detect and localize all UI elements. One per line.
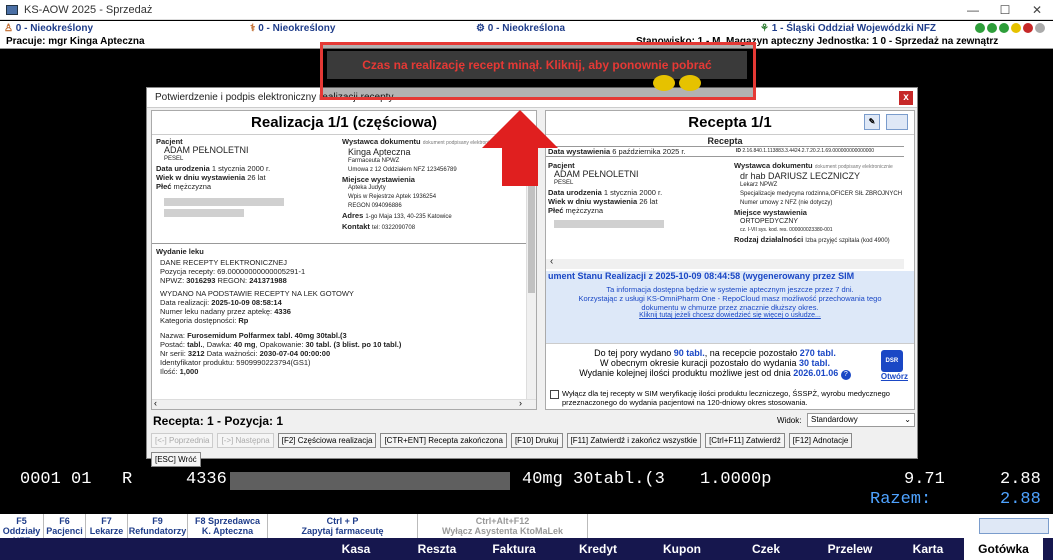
app-icon bbox=[6, 4, 18, 15]
signature-icon[interactable]: ✎ bbox=[864, 114, 880, 130]
context-info-bar: ♙ 0 - Nieokreślony ⚕ 0 - Nieokreślony ⚙ … bbox=[0, 21, 1053, 35]
prescription-hscrollbar[interactable]: ‹ bbox=[546, 257, 904, 269]
pay-check[interactable]: Czek bbox=[724, 538, 808, 560]
prescription-finished-button[interactable]: [CTR+ENT] Recepta zakończona bbox=[380, 433, 507, 448]
fkey-doctors[interactable]: F7 Lekarze bbox=[86, 514, 128, 538]
pay-credit[interactable]: Kredyt bbox=[556, 538, 640, 560]
timeout-alert[interactable]: Czas na realizację recept minął. Kliknij… bbox=[320, 42, 756, 100]
repocloud-link[interactable]: Kliknij tutaj jeżeli chcesz dowiedzieć s… bbox=[546, 312, 914, 319]
dispensing-section: Wydanie leku DANE RECEPTY ELEKTRONICZNEJ… bbox=[156, 247, 402, 376]
partial-realization-button[interactable]: [F2] Częściowa realizacja bbox=[277, 433, 377, 448]
sales-line: 0001 01 R 4336 40mg 30tabl.(3 1.0000p 9.… bbox=[20, 470, 1041, 509]
pay-coupon[interactable]: Kupon bbox=[640, 538, 724, 560]
fkey-ask-pharmacist[interactable]: Ctrl + P Zapytaj farmaceutę bbox=[268, 514, 418, 538]
fkey-seller[interactable]: F8 Sprzedawca K. Apteczna bbox=[188, 514, 268, 538]
approve-all-button[interactable]: [F11] Zatwierdź i zakończ wszystkie bbox=[566, 433, 702, 448]
doctor-indicator[interactable]: ⚕ 0 - Nieokreślony bbox=[250, 23, 335, 34]
redacted-product bbox=[230, 472, 510, 490]
prescription-heading: Recepta 1/1 ✎ bbox=[546, 111, 914, 135]
panel-toggle-button[interactable] bbox=[886, 114, 908, 130]
back-button[interactable]: [ESC] Wróć bbox=[151, 452, 201, 467]
alert-light-icon bbox=[679, 75, 701, 91]
sim-verification-checkbox[interactable] bbox=[550, 390, 559, 399]
pay-change[interactable]: Reszta bbox=[402, 538, 472, 560]
pay-card[interactable]: Karta bbox=[892, 538, 964, 560]
arrow-up-icon bbox=[482, 110, 558, 186]
fkey-nfz[interactable]: F5Oddziały NFZ bbox=[0, 514, 44, 546]
pay-invoice[interactable]: Faktura bbox=[472, 538, 556, 560]
next-button[interactable]: [->] Następna bbox=[217, 433, 274, 448]
pay-cash[interactable]: Gotówka bbox=[964, 538, 1043, 560]
realization-status-box: ument Stanu Realizacji z 2025-10-09 08:4… bbox=[546, 271, 914, 343]
print-button[interactable]: [F10] Drukuj bbox=[510, 433, 563, 448]
close-button[interactable]: ✕ bbox=[1021, 0, 1053, 20]
pay-transfer[interactable]: Przelew bbox=[808, 538, 892, 560]
nfz-branch-indicator[interactable]: ⚘ 1 - Śląski Oddział Wojewódzki NFZ bbox=[760, 23, 936, 34]
dialog-footer: Recepta: 1 - Pozycja: 1 Widok: Standardo… bbox=[147, 412, 919, 467]
dialog-close-button[interactable]: x bbox=[899, 91, 913, 105]
maximize-button[interactable]: ☐ bbox=[989, 0, 1021, 20]
chevron-down-icon: ⌄ bbox=[904, 415, 911, 424]
view-select[interactable]: Standardowy ⌄ bbox=[807, 413, 915, 427]
approve-button[interactable]: [Ctrl+F11] Zatwierdź bbox=[705, 433, 785, 448]
info-icon[interactable]: ? bbox=[840, 370, 851, 380]
fkey-assistant[interactable]: Ctrl+Alt+F12 Wyłącz Asystenta KtoMaLek bbox=[418, 514, 588, 538]
function-key-bar: F5Oddziały NFZ F6Pacjenci F7Lekarze F9Re… bbox=[0, 514, 1053, 546]
window-title: KS-AOW 2025 - Sprzedaż bbox=[24, 3, 153, 16]
prescription-panel: Recepta 1/1 ✎ Recepta Data wystawienia 6… bbox=[545, 110, 915, 410]
doctor-icon: ⚕ bbox=[250, 22, 256, 34]
annotations-button[interactable]: [F12] Adnotacje bbox=[788, 433, 853, 448]
realization-heading: Realizacja 1/1 (częściowa) bbox=[152, 111, 536, 135]
timeout-alert-text[interactable]: Czas na realizację recept minął. Kliknij… bbox=[327, 51, 747, 79]
dsoz-logo-icon bbox=[979, 518, 1049, 534]
realization-hscrollbar[interactable]: ‹ › bbox=[152, 398, 536, 409]
quantity-box: Do tej pory wydano 90 tabl., na recepcie… bbox=[546, 343, 914, 387]
dsr-icon: DSR bbox=[880, 350, 903, 372]
dialog-buttons: [<-] Poprzednia [->] Następna [F2] Częśc… bbox=[151, 433, 891, 467]
fkey-refunders[interactable]: F9 Refundatorzy bbox=[128, 514, 188, 538]
patient-section: Pacjent ADAM PEŁNOLETNI PESEL Data urodz… bbox=[156, 137, 336, 218]
pharmacist-indicator[interactable]: ♙ 0 - Nieokreślony bbox=[4, 23, 93, 34]
previous-button[interactable]: [<-] Poprzednia bbox=[151, 433, 214, 448]
current-user: Pracuje: mgr Kinga Apteczna bbox=[6, 36, 145, 47]
redacted-address bbox=[164, 198, 284, 207]
sim-check-row: Wyłącz dla tej recepty w SIM weryfikację… bbox=[550, 389, 912, 407]
minimize-button[interactable]: — bbox=[957, 0, 989, 20]
payment-bar: Kasa Reszta Faktura Kredyt Kupon Czek Pr… bbox=[0, 538, 1053, 560]
institution-indicator[interactable]: ⚙ 0 - Nieokreślona bbox=[476, 23, 565, 34]
position-indicator: Recepta: 1 - Pozycja: 1 bbox=[153, 414, 284, 428]
pay-cash-register[interactable]: Kasa bbox=[310, 538, 402, 560]
nfz-icon: ⚘ bbox=[760, 22, 769, 34]
fkey-patients[interactable]: F6 Pacjenci bbox=[44, 514, 86, 538]
status-lights bbox=[975, 23, 1045, 33]
alert-light-icon bbox=[653, 75, 675, 91]
dsr-open-button[interactable]: DSR Otwórz bbox=[880, 350, 908, 381]
settings-icon: ⚙ bbox=[476, 22, 485, 34]
person-icon: ♙ bbox=[4, 22, 13, 34]
window-titlebar: KS-AOW 2025 - Sprzedaż — ☐ ✕ bbox=[0, 0, 1053, 20]
